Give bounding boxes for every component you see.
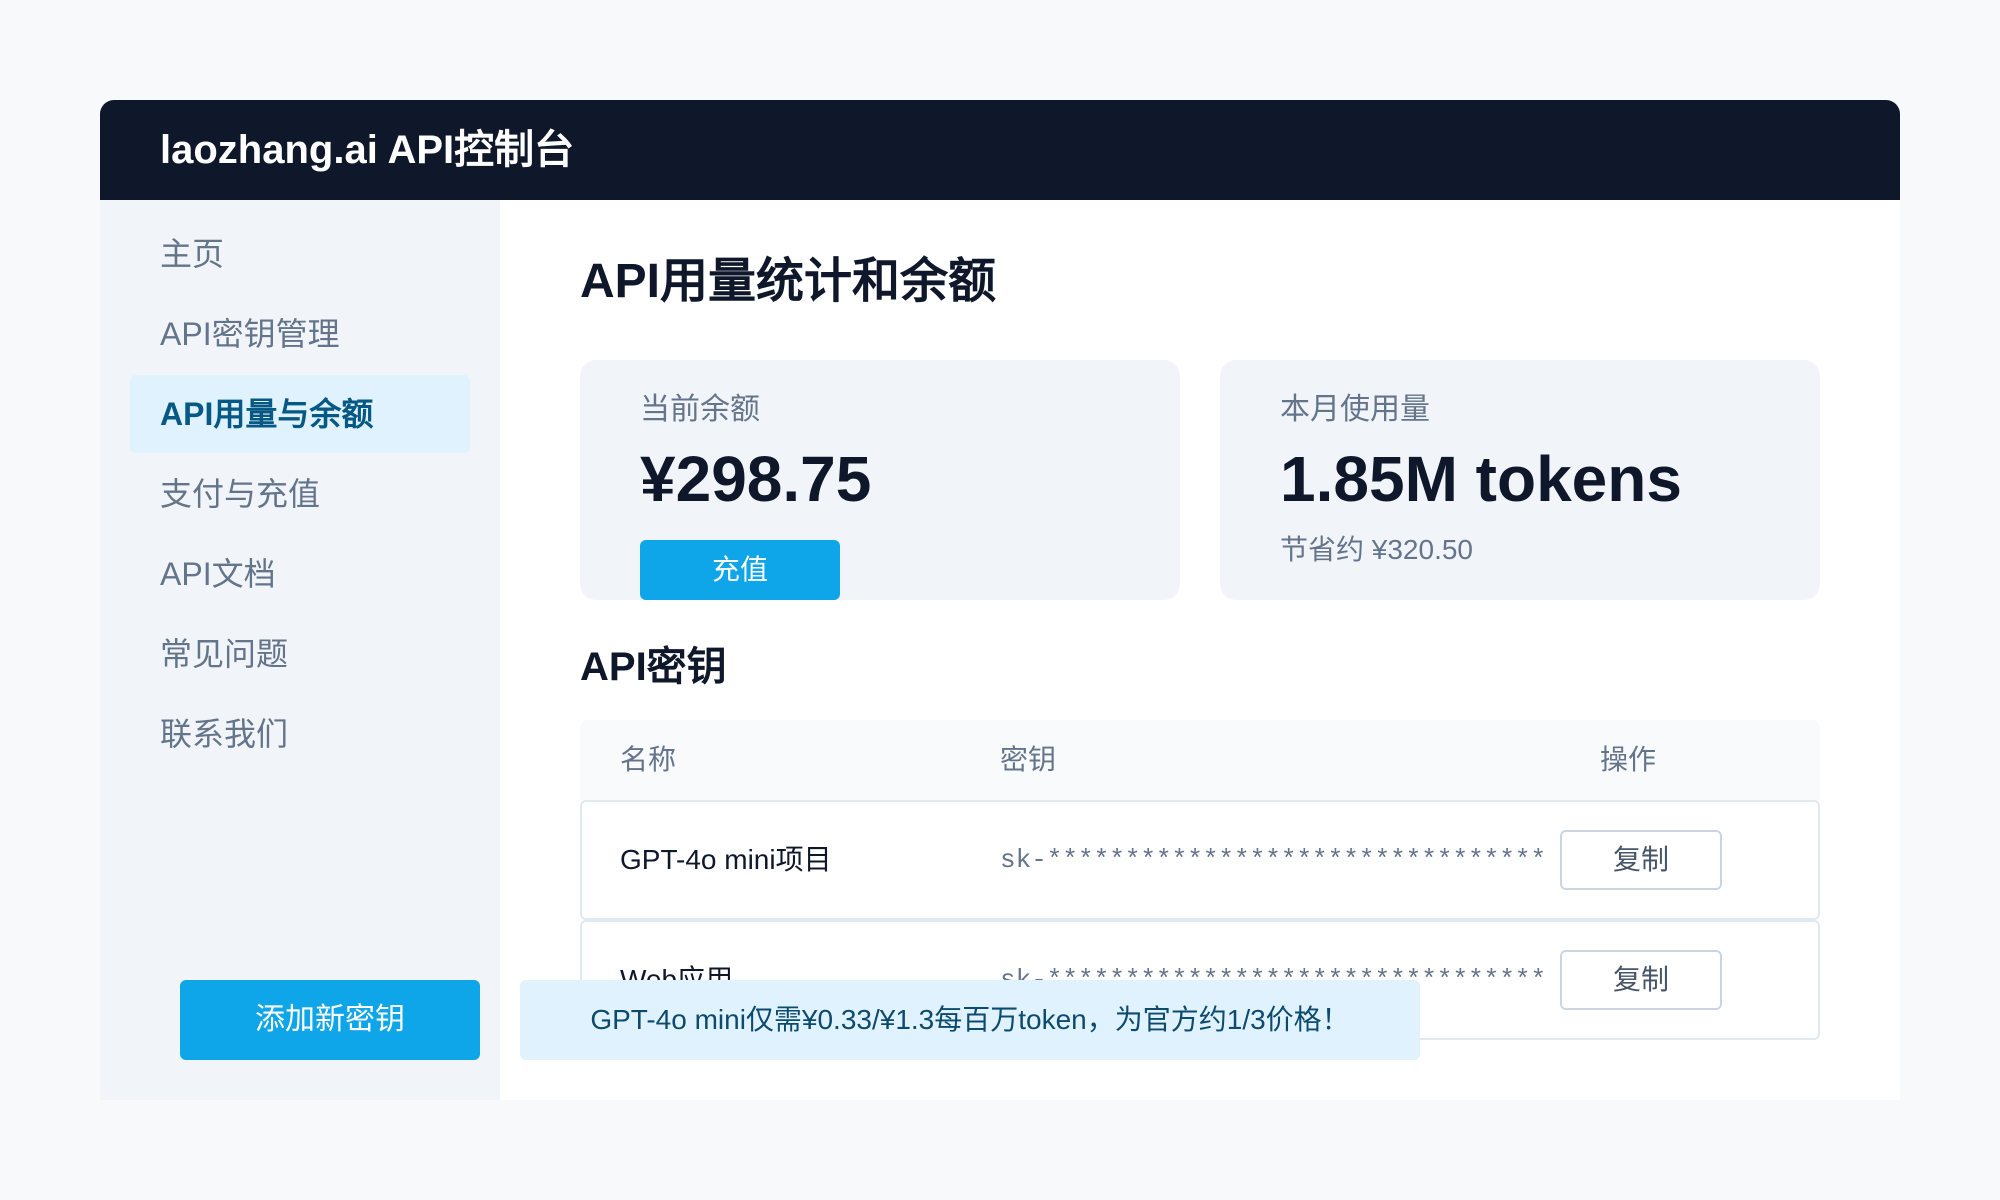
usage-value: 1.85M tokens — [1280, 443, 1682, 515]
sidebar-item-home[interactable]: 主页 — [130, 215, 470, 293]
recharge-button[interactable]: 充值 — [640, 540, 840, 600]
key-name: Web应用 — [620, 964, 734, 995]
balance-card: 当前余额 ¥298.75 充值 — [580, 360, 1180, 600]
column-header-action: 操作 — [1600, 744, 1657, 775]
page-title: API用量统计和余额 — [580, 255, 997, 308]
keys-table-header: 名称 密钥 操作 — [580, 720, 1820, 800]
top-bar: laozhang.ai API控制台 — [100, 100, 1900, 200]
sidebar-item-usage-balance[interactable]: API用量与余额 — [130, 375, 470, 453]
column-header-name: 名称 — [620, 744, 677, 775]
key-name: GPT-4o mini项目 — [620, 844, 832, 875]
main-content: API用量统计和余额 当前余额 ¥298.75 充值 本月使用量 1.85M t… — [500, 200, 1900, 1100]
key-value: sk-******************************** — [1000, 965, 1547, 995]
sidebar-item-faq[interactable]: 常见问题 — [130, 615, 470, 693]
table-row: GPT-4o mini项目 sk-***********************… — [580, 800, 1820, 920]
copy-button[interactable]: 复制 — [1560, 950, 1722, 1010]
app-title: laozhang.ai API控制台 — [160, 128, 575, 172]
copy-button[interactable]: 复制 — [1560, 830, 1722, 890]
api-keys-title: API密钥 — [580, 645, 727, 689]
sidebar-item-docs[interactable]: API文档 — [130, 535, 470, 613]
savings-text: 节省约 ¥320.50 — [1280, 534, 1473, 565]
usage-label: 本月使用量 — [1280, 393, 1430, 426]
column-header-key: 密钥 — [1000, 744, 1057, 775]
sidebar-item-payment[interactable]: 支付与充值 — [130, 455, 470, 533]
console-window: laozhang.ai API控制台 主页 API密钥管理 API用量与余额 支… — [100, 100, 1900, 1100]
table-row: Web应用 sk-*******************************… — [580, 920, 1820, 1040]
sidebar-item-contact[interactable]: 联系我们 — [130, 695, 470, 773]
add-key-button[interactable]: 添加新密钥 — [180, 980, 480, 1060]
key-value: sk-******************************** — [1000, 845, 1547, 875]
sidebar: 主页 API密钥管理 API用量与余额 支付与充值 API文档 常见问题 联系我… — [100, 200, 500, 1100]
balance-value: ¥298.75 — [640, 443, 872, 515]
usage-card: 本月使用量 1.85M tokens 节省约 ¥320.50 — [1220, 360, 1820, 600]
sidebar-item-api-keys[interactable]: API密钥管理 — [130, 295, 470, 373]
balance-label: 当前余额 — [640, 393, 760, 426]
